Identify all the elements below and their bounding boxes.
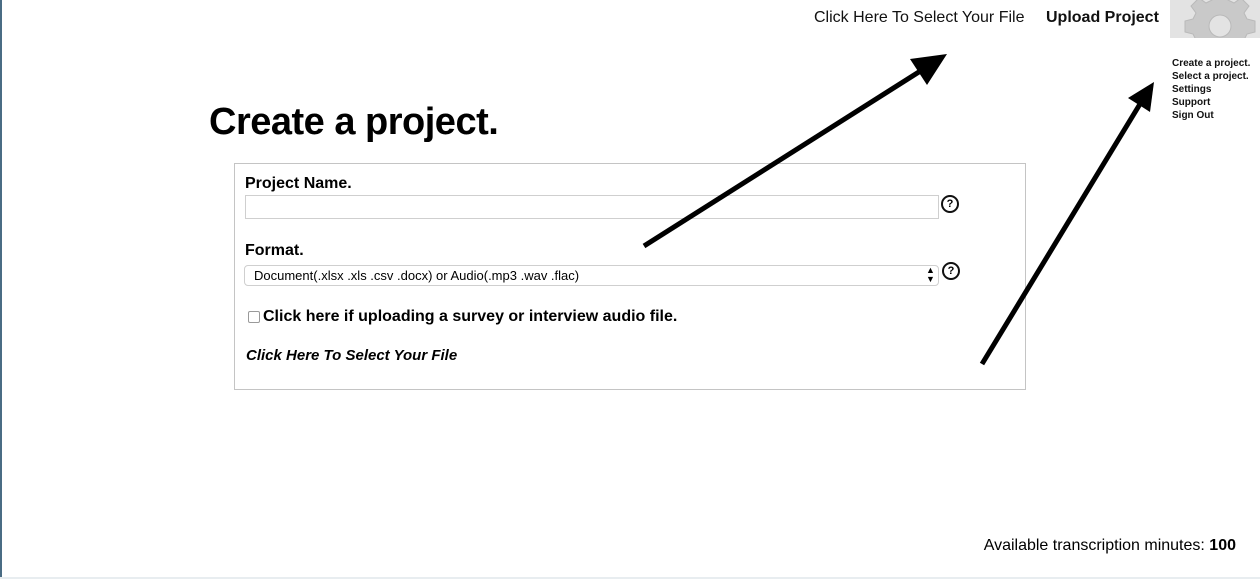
create-project-form: Project Name. ? Format. Document(.xlsx .… <box>234 163 1026 390</box>
format-selected-value: Document(.xlsx .xls .csv .docx) or Audio… <box>254 268 580 283</box>
format-help-icon[interactable]: ? <box>942 262 960 280</box>
project-name-help-icon[interactable]: ? <box>941 195 959 213</box>
account-menu: Create a project. Select a project. Sett… <box>1172 57 1252 122</box>
nav-upload-project-link[interactable]: Upload Project <box>1046 9 1159 27</box>
menu-item-select-project[interactable]: Select a project. <box>1172 70 1252 83</box>
project-name-label: Project Name. <box>245 175 352 192</box>
menu-item-support[interactable]: Support <box>1172 96 1252 109</box>
minutes-value: 100 <box>1209 537 1236 554</box>
menu-item-sign-out[interactable]: Sign Out <box>1172 109 1252 122</box>
audio-file-checkbox[interactable] <box>248 311 260 323</box>
format-label: Format. <box>245 242 304 259</box>
transcription-minutes: Available transcription minutes: 100 <box>984 537 1236 555</box>
minutes-label: Available transcription minutes: <box>983 537 1205 554</box>
select-file-link[interactable]: Click Here To Select Your File <box>246 347 457 364</box>
audio-file-checkbox-label[interactable]: Click here if uploading a survey or inte… <box>263 308 677 326</box>
menu-item-settings[interactable]: Settings <box>1172 83 1252 96</box>
gear-icon <box>1184 0 1256 38</box>
page-title: Create a project. <box>209 101 499 143</box>
select-arrows-icon: ▲ ▼ <box>926 265 935 284</box>
menu-item-create-project[interactable]: Create a project. <box>1172 57 1252 70</box>
settings-gear-button[interactable] <box>1170 0 1260 38</box>
nav-select-file-link[interactable]: Click Here To Select Your File <box>814 9 1024 27</box>
format-select[interactable]: Document(.xlsx .xls .csv .docx) or Audio… <box>244 265 939 286</box>
window-left-edge <box>0 0 2 579</box>
project-name-input[interactable] <box>245 195 939 219</box>
